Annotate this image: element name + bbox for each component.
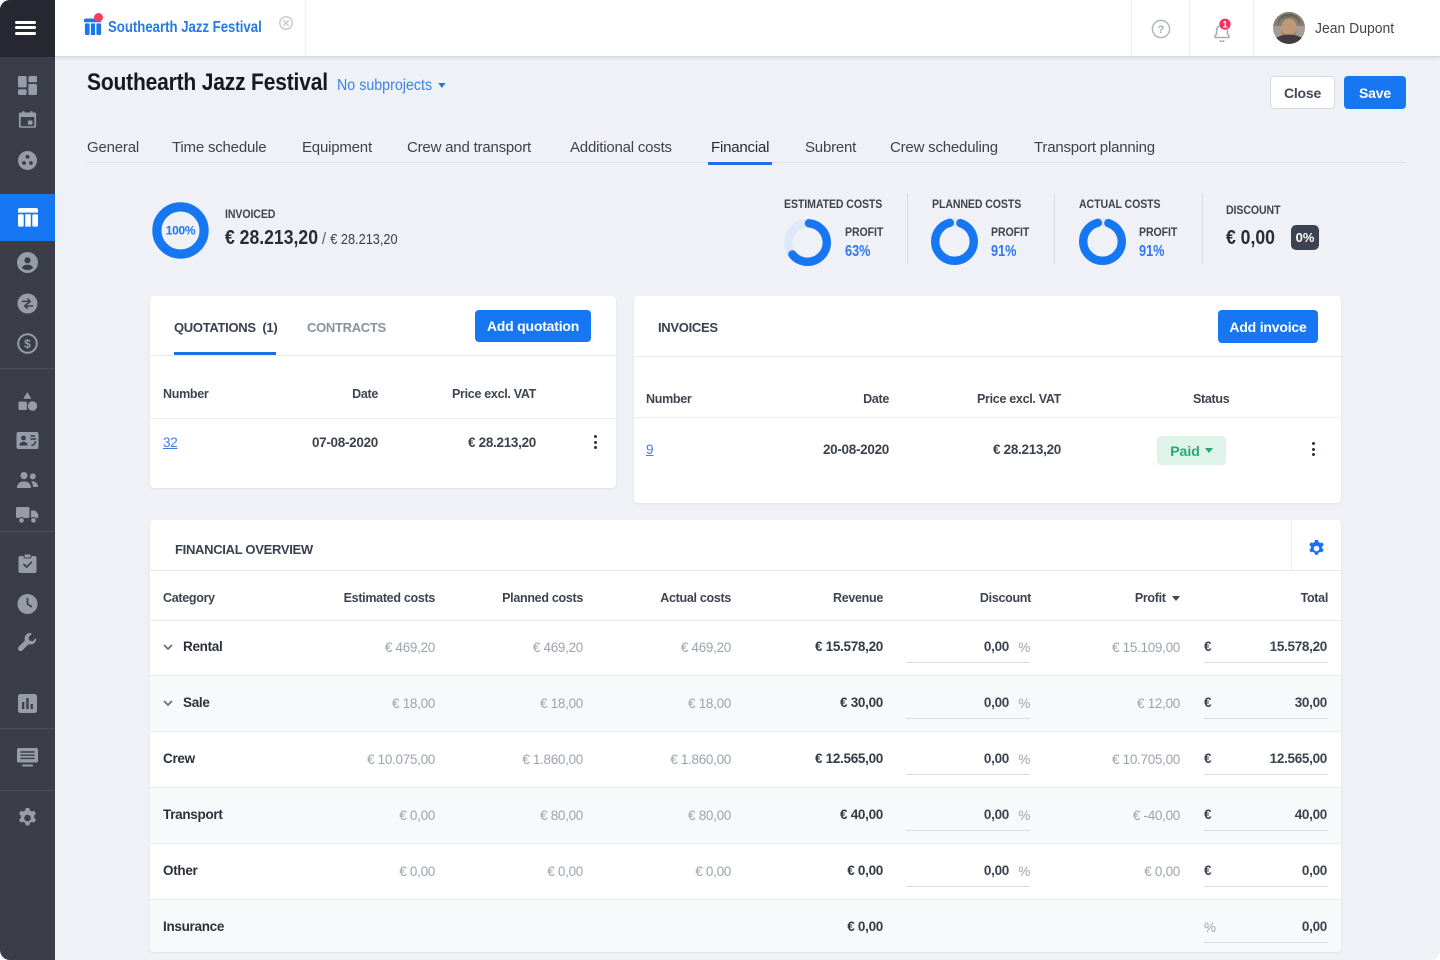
svg-text:$: $ bbox=[24, 337, 31, 351]
svg-text:100%: 100% bbox=[166, 224, 196, 238]
svg-text:1: 1 bbox=[1222, 19, 1227, 29]
svg-text:?: ? bbox=[1158, 24, 1165, 36]
